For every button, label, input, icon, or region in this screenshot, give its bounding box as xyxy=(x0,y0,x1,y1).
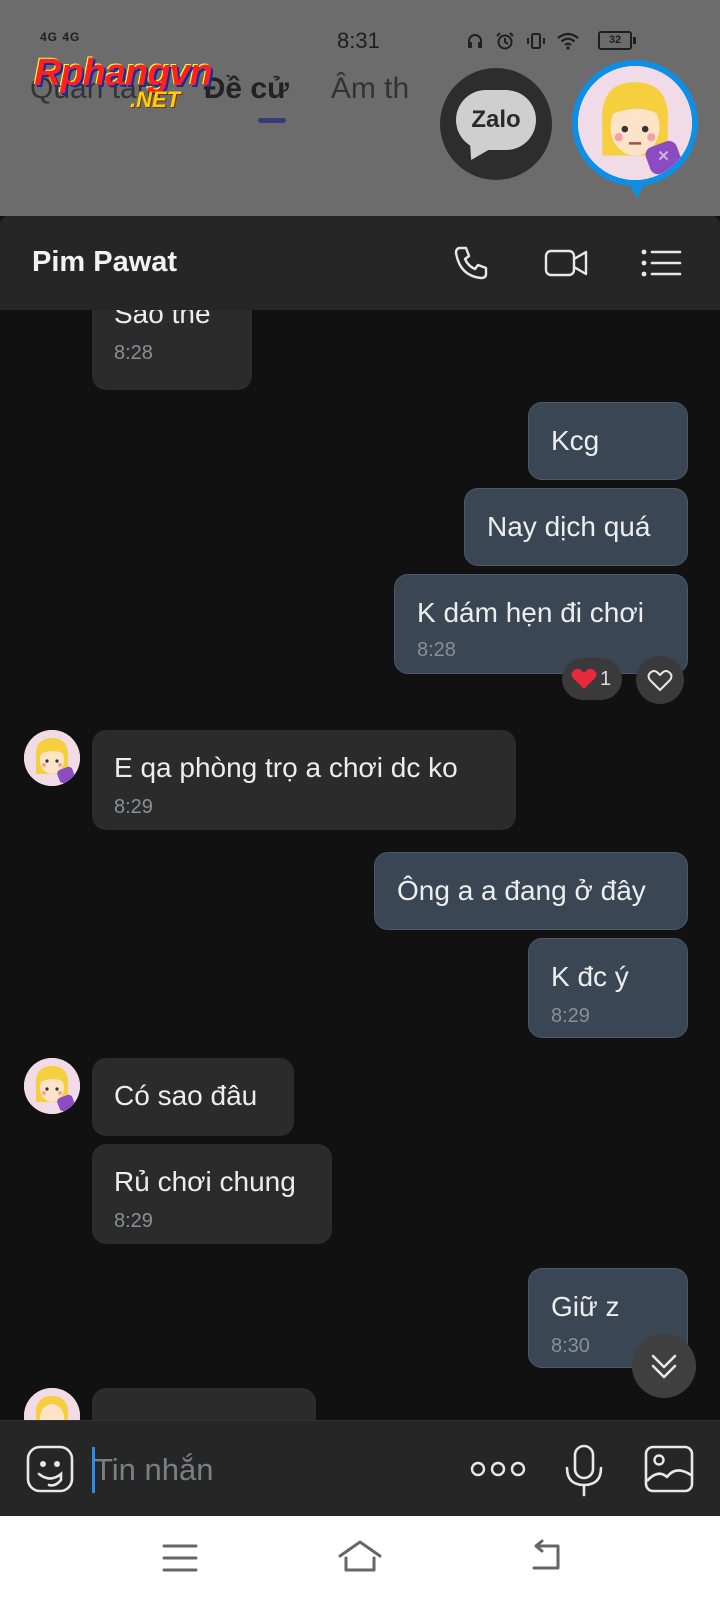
text-cursor xyxy=(92,1447,95,1493)
zalo-logo: Zalo xyxy=(456,90,536,150)
message-text: Có sao đâu xyxy=(114,1080,258,1111)
girl-avatar-icon xyxy=(578,66,692,180)
message-time: 8:28 xyxy=(114,342,153,364)
bg-tab: Âm th xyxy=(330,72,410,105)
message-time: 8:29 xyxy=(114,796,153,818)
message-composer xyxy=(0,1420,720,1517)
chat-header: Pim Pawat xyxy=(0,216,720,310)
message-bubble-outgoing[interactable]: Ông a a đang ở đây xyxy=(374,852,688,930)
message-text: Rủ chơi chung xyxy=(114,1166,296,1197)
reaction-count: 1 xyxy=(600,668,612,690)
message-text: Kcg xyxy=(551,425,600,456)
wifi-icon xyxy=(557,33,579,50)
list-menu-icon xyxy=(641,249,682,277)
contact-avatar[interactable] xyxy=(24,1388,80,1420)
image-gallery-icon[interactable] xyxy=(642,1443,696,1495)
message-text: Giữ z xyxy=(551,1291,620,1322)
tab-indicator xyxy=(258,118,286,123)
heart-outline-icon xyxy=(647,670,673,691)
chat-head-avatar[interactable] xyxy=(572,60,698,186)
message-time: 8:30 xyxy=(551,1335,590,1357)
message-text: Sao thế xyxy=(114,310,211,329)
call-button[interactable] xyxy=(446,238,496,288)
video-call-button[interactable] xyxy=(542,238,592,288)
message-bubble-incoming[interactable]: Rủ chơi chung 8:29 xyxy=(92,1144,332,1244)
signal-indicator: 4G 4G xyxy=(40,30,81,44)
message-list[interactable]: Sao thế 8:28 Kcg Nay dịch quá K dám hẹn … xyxy=(0,310,720,1420)
phone-icon xyxy=(454,246,488,280)
vibrate-icon xyxy=(527,33,546,50)
message-time: 8:28 xyxy=(417,639,456,661)
watermark-main: Rphangvn xyxy=(34,52,213,94)
message-bubble-incoming[interactable]: E qa phòng trọ a chơi dc ko 8:29 xyxy=(92,730,516,830)
message-time: 8:29 xyxy=(114,1210,153,1232)
message-bubble-outgoing[interactable]: Kcg xyxy=(528,402,688,480)
contact-name[interactable]: Pim Pawat xyxy=(32,246,177,279)
home-icon[interactable] xyxy=(336,1536,384,1576)
message-text: K đc ý xyxy=(551,961,629,992)
message-text: Ông a a đang ở đây xyxy=(397,875,646,906)
message-bubble-incoming[interactable]: Sao thế 8:28 xyxy=(92,310,252,390)
message-bubble-incoming-partial[interactable] xyxy=(92,1388,316,1420)
zalo-chat-head[interactable]: Zalo xyxy=(440,68,552,180)
reaction-badge[interactable]: 1 xyxy=(562,658,622,700)
girl-avatar-icon xyxy=(24,1388,80,1420)
watermark-logo: Rphangvn .NET xyxy=(34,52,213,113)
menu-button[interactable] xyxy=(636,238,686,288)
video-camera-icon xyxy=(544,249,588,277)
message-time: 8:29 xyxy=(551,1005,590,1027)
double-chevron-down-icon xyxy=(651,1354,677,1379)
bg-tab-active: Đề cử xyxy=(203,72,289,105)
system-nav-bar xyxy=(0,1516,720,1600)
contact-avatar[interactable] xyxy=(24,1058,80,1114)
alarm-icon xyxy=(496,32,514,50)
more-options-icon[interactable] xyxy=(470,1455,526,1483)
girl-avatar-icon xyxy=(24,730,80,786)
emoji-sticker-icon[interactable] xyxy=(24,1443,76,1495)
message-text: Nay dịch quá xyxy=(487,511,651,542)
battery-icon: 32 xyxy=(598,31,636,50)
recent-apps-icon[interactable] xyxy=(160,1540,200,1576)
headphones-icon xyxy=(468,34,482,49)
status-icons xyxy=(466,30,579,51)
scroll-to-bottom-button[interactable] xyxy=(632,1334,696,1398)
microphone-icon[interactable] xyxy=(562,1443,606,1497)
heart-icon xyxy=(571,668,597,689)
message-bubble-outgoing[interactable]: K đc ý 8:29 xyxy=(528,938,688,1038)
message-bubble-outgoing[interactable]: Nay dịch quá xyxy=(464,488,688,566)
avatar-image xyxy=(578,66,692,180)
message-input[interactable] xyxy=(92,1443,446,1497)
avatar-pointer xyxy=(627,180,647,198)
girl-avatar-icon xyxy=(24,1058,80,1114)
contact-avatar[interactable] xyxy=(24,730,80,786)
status-time: 8:31 xyxy=(337,28,380,53)
message-bubble-incoming[interactable]: Có sao đâu xyxy=(92,1058,294,1136)
message-text: K dám hẹn đi chơi xyxy=(417,597,644,628)
message-text: E qa phòng trọ a chơi dc ko xyxy=(114,752,458,783)
react-button[interactable] xyxy=(636,656,684,704)
back-icon[interactable] xyxy=(528,1538,568,1574)
